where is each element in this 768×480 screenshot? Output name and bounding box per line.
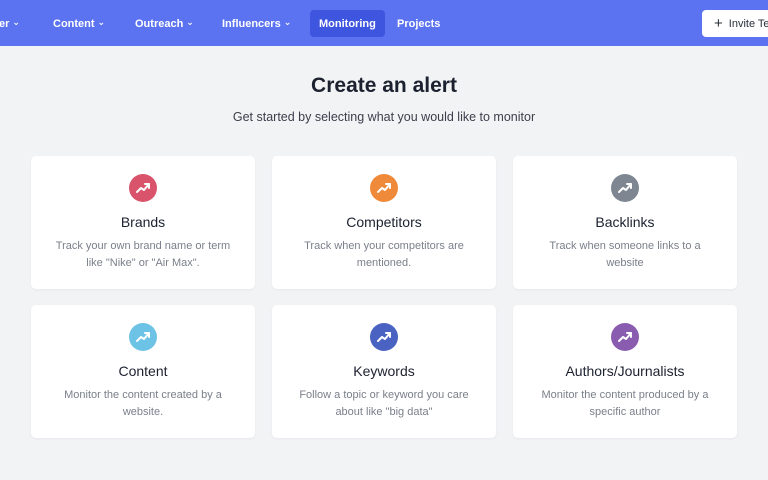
nav-item-influencers[interactable]: Influencers ⌄ (222, 10, 291, 37)
top-navigation-bar: er ⌄ Content ⌄ Outreach ⌄ Influencers ⌄ … (0, 0, 768, 46)
trending-up-icon (611, 323, 639, 351)
card-description: Track when your competitors are mentione… (304, 240, 464, 269)
nav-item-partial[interactable]: er ⌄ (0, 10, 20, 37)
alert-card-brands[interactable]: Brands Track your own brand name or term… (31, 156, 255, 289)
trending-up-icon (129, 323, 157, 351)
page-subtitle: Get started by selecting what you would … (232, 110, 536, 124)
chevron-down-icon: ⌄ (97, 17, 106, 27)
alert-card-content[interactable]: Content Monitor the content created by a… (31, 305, 255, 438)
trending-up-icon (370, 174, 398, 202)
invite-team-button[interactable]: + Invite Te (702, 10, 768, 37)
invite-button-label: Invite Te (728, 17, 768, 30)
card-title: Brands (120, 214, 166, 230)
nav-item-label: er (0, 17, 10, 30)
alert-card-backlinks[interactable]: Backlinks Track when someone links to a … (513, 156, 737, 289)
card-title: Authors/Journalists (565, 363, 685, 379)
card-description: Follow a topic or keyword you care about… (299, 389, 469, 418)
card-title: Content (118, 363, 168, 379)
nav-item-label: Projects (397, 17, 441, 30)
plus-icon: + (714, 15, 723, 32)
trending-up-icon (129, 174, 157, 202)
trending-up-icon (611, 174, 639, 202)
nav-item-monitoring[interactable]: Monitoring (310, 10, 385, 37)
trending-up-icon (370, 323, 398, 351)
card-title: Competitors (346, 214, 422, 230)
nav-item-content[interactable]: Content ⌄ (53, 10, 105, 37)
alert-card-competitors[interactable]: Competitors Track when your competitors … (272, 156, 496, 289)
page-title: Create an alert (311, 74, 457, 97)
card-title: Keywords (353, 363, 415, 379)
chevron-down-icon: ⌄ (186, 17, 194, 27)
nav-item-outreach[interactable]: Outreach ⌄ (135, 10, 194, 37)
card-description: Monitor the content produced by a specif… (541, 389, 709, 418)
card-description: Track when someone links to a website (549, 240, 701, 269)
nav-item-label: Outreach (135, 17, 184, 30)
nav-item-label: Influencers (222, 17, 281, 30)
nav-item-label: Content (53, 17, 95, 30)
alert-card-authors-journalists[interactable]: Authors/Journalists Monitor the content … (513, 305, 737, 438)
card-description: Track your own brand name or term like "… (55, 240, 231, 269)
card-description: Monitor the content created by a website… (64, 389, 222, 418)
chevron-down-icon: ⌄ (12, 17, 20, 27)
nav-item-projects[interactable]: Projects (397, 10, 440, 37)
alert-card-keywords[interactable]: Keywords Follow a topic or keyword you c… (272, 305, 496, 438)
card-title: Backlinks (595, 214, 655, 230)
chevron-down-icon: ⌄ (283, 17, 292, 27)
nav-item-label: Monitoring (319, 17, 376, 30)
